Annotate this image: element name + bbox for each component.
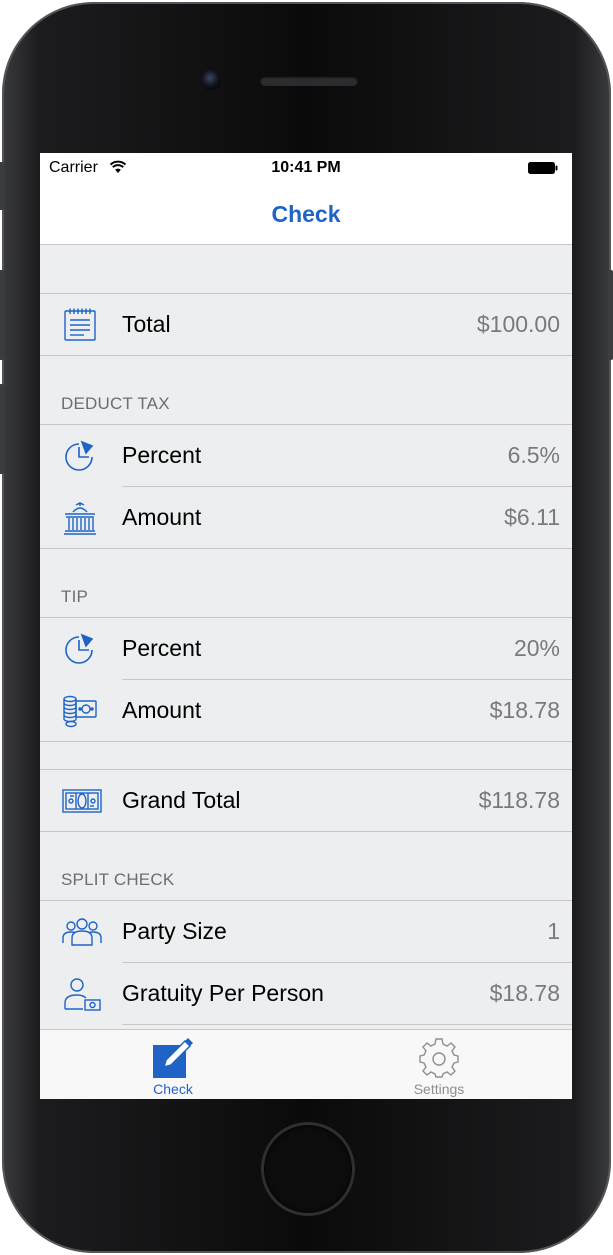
status-bar: Carrier 10:41 PM — [40, 153, 572, 183]
total-row[interactable]: Total $100.00 — [40, 294, 572, 355]
deduct-tax-header: DEDUCT TAX — [61, 394, 170, 413]
tax-percent-value: 6.5% — [507, 442, 560, 468]
volume-up-button — [0, 270, 4, 360]
tip-group: Percent 20% Amount $18.78 — [40, 617, 572, 742]
grand-total-row[interactable]: Grand Total $118.78 — [40, 770, 572, 831]
tax-amount-value: $6.11 — [504, 504, 560, 530]
volume-down-button — [0, 384, 4, 474]
person-with-money-icon — [64, 978, 101, 1011]
tip-percent-label: Percent — [122, 635, 202, 661]
tip-header: TIP — [61, 587, 89, 606]
mute-switch — [0, 162, 4, 210]
tip-percent-value: 20% — [513, 635, 560, 661]
group-people-icon — [62, 918, 102, 946]
front-camera — [201, 70, 221, 90]
tab-settings[interactable]: Settings — [306, 1030, 572, 1099]
split-check-group: Party Size 1 Gratuity Per Person $18.78 — [40, 900, 572, 1041]
coins-and-bill-icon — [63, 695, 97, 728]
tax-percent-row[interactable]: Percent 6.5% — [40, 425, 572, 486]
money-bills-icon — [62, 789, 102, 813]
grand-total-value: $118.78 — [478, 787, 560, 813]
tax-amount-label: Amount — [122, 504, 202, 530]
tab-check-label: Check — [153, 1081, 193, 1097]
page-title: Check — [271, 201, 341, 227]
tab-bar: Check Settings — [40, 1029, 572, 1099]
navigation-bar: Check — [40, 183, 572, 245]
receipt-icon — [64, 308, 96, 341]
split-check-header: SPLIT CHECK — [61, 870, 175, 889]
tip-amount-value: $18.78 — [489, 697, 560, 723]
row-separator — [122, 1024, 572, 1025]
grand-total-group: Grand Total $118.78 — [40, 769, 572, 832]
gear-icon — [419, 1038, 459, 1078]
grand-total-label: Grand Total — [122, 787, 241, 813]
party-size-row[interactable]: Party Size 1 — [40, 901, 572, 962]
party-size-value: 1 — [547, 918, 560, 944]
party-size-label: Party Size — [122, 918, 227, 944]
pie-chart-icon — [65, 633, 94, 664]
total-label: Total — [122, 311, 171, 337]
tip-amount-row[interactable]: Amount $18.78 — [40, 680, 572, 741]
power-button — [608, 270, 613, 360]
tab-check[interactable]: Check — [40, 1030, 306, 1099]
total-value: $100.00 — [476, 311, 560, 337]
gratuity-per-person-value: $18.78 — [489, 980, 560, 1006]
deduct-tax-group: Percent 6.5% Amount $6.11 — [40, 424, 572, 549]
tip-percent-row[interactable]: Percent 20% — [40, 618, 572, 679]
capitol-building-icon — [64, 502, 96, 535]
tab-settings-label: Settings — [413, 1081, 465, 1097]
status-time: 10:41 PM — [271, 159, 341, 176]
tax-amount-row[interactable]: Amount $6.11 — [40, 487, 572, 548]
earpiece-speaker — [260, 76, 358, 86]
app-screen: Carrier 10:41 PM Check Total $100.00 DED… — [40, 153, 572, 1099]
battery-icon — [528, 162, 558, 174]
gratuity-per-person-label: Gratuity Per Person — [122, 980, 324, 1006]
pencil-square-icon — [153, 1038, 193, 1078]
tip-amount-label: Amount — [122, 697, 202, 723]
home-button[interactable] — [264, 1125, 352, 1213]
tax-percent-label: Percent — [122, 442, 202, 468]
total-group: Total $100.00 — [40, 293, 572, 356]
gratuity-per-person-row[interactable]: Gratuity Per Person $18.78 — [40, 963, 572, 1024]
pie-chart-icon — [65, 440, 94, 471]
